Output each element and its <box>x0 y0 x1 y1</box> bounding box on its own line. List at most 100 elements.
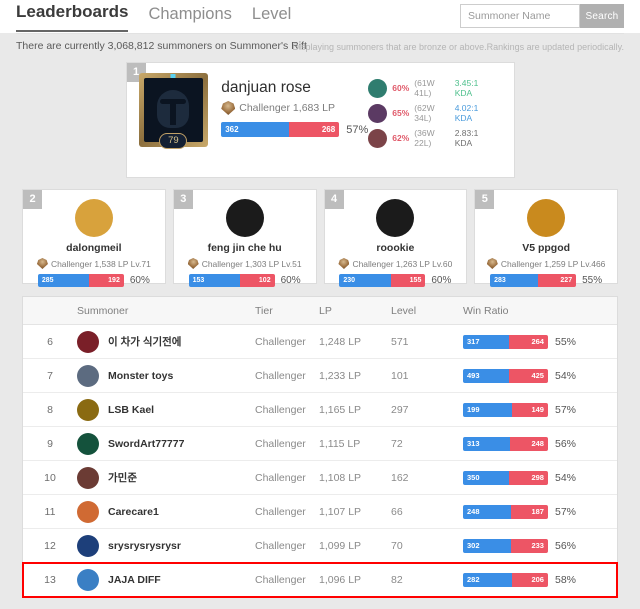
search-button[interactable]: Search <box>580 4 624 28</box>
table-row[interactable]: 8 LSB Kael Challenger 1,165 LP 297 199 149 57% <box>23 393 617 427</box>
summoner-name[interactable]: feng jin che hu <box>208 242 282 255</box>
win-ratio-bar: 493 425 <box>463 368 548 383</box>
summoner-name[interactable]: dalongmeil <box>66 242 121 255</box>
top-tier-line: Challenger 1,683 LP <box>221 101 368 115</box>
losses-segment: 187 <box>511 504 548 519</box>
top-player-section: 1 79 danjuan rose Challenger 1,683 LP 36… <box>0 58 640 178</box>
champion-stat-row: 60% (61W 41L) 3.45:1 KDA <box>368 78 493 98</box>
summoner-name[interactable]: JAJA DIFF <box>108 574 161 586</box>
win-ratio-bar: 362 268 <box>221 122 340 137</box>
summoner-name[interactable]: SwordArt77777 <box>108 438 184 450</box>
table-row[interactable]: 6 이 차가 식기전에 Challenger 1,248 LP 571 317 264 55% <box>23 325 617 359</box>
summoner-name[interactable]: LSB Kael <box>108 404 154 416</box>
summoner-name[interactable]: V5 ppgod <box>522 242 570 255</box>
cell-rank: 8 <box>47 403 53 416</box>
win-ratio: 153 102 60% <box>188 274 301 287</box>
champion-avatar <box>368 128 388 148</box>
tier-line: Challenger 1,538 LP Lv.71 <box>36 258 151 269</box>
cell-rank: 12 <box>44 539 56 552</box>
top-summoner-name[interactable]: danjuan rose <box>221 78 368 98</box>
nav-tab-leaderboards[interactable]: Leaderboards <box>16 0 129 32</box>
wins-segment: 313 <box>463 436 511 451</box>
losses-segment: 264 <box>509 334 548 349</box>
win-ratio-bar: 230 155 <box>339 274 426 287</box>
mini-player-card[interactable]: 4 roookie Challenger 1,263 LP Lv.60 230 155 6… <box>323 189 468 287</box>
cell-summoner[interactable]: Monster toys <box>77 364 255 387</box>
cell-summoner[interactable]: JAJA DIFF <box>77 568 255 591</box>
profile-icon <box>77 568 99 591</box>
top-tier-lp: Challenger 1,683 LP <box>239 102 335 114</box>
search-input[interactable] <box>460 4 580 28</box>
cell-summoner[interactable]: 가민준 <box>77 466 255 489</box>
win-ratio-percent: 56% <box>555 539 577 552</box>
summary-bar: There are currently 3,068,812 summoners … <box>0 34 640 58</box>
cell-summoner[interactable]: Carecare1 <box>77 500 255 523</box>
champion-kda: 2.83:1 KDA <box>454 128 479 148</box>
challenger-emblem-icon <box>221 101 236 115</box>
cell-rank: 10 <box>44 471 56 484</box>
win-ratio-bar: 153 102 <box>188 274 275 287</box>
table-row[interactable]: 11 Carecare1 Challenger 1,107 LP 66 248 187 57% <box>23 495 617 529</box>
mini-player-card[interactable]: 2 dalongmeil Challenger 1,538 LP Lv.71 285 1… <box>22 189 166 287</box>
losses-segment: 227 <box>537 274 577 287</box>
summoner-name[interactable]: Carecare1 <box>108 506 159 518</box>
wins-segment: 282 <box>463 572 513 587</box>
cell-level: 66 <box>391 505 403 518</box>
tier-lp-level: Challenger 1,538 LP Lv.71 <box>50 258 151 269</box>
cell-rank: 13 <box>44 573 56 586</box>
cell-summoner[interactable]: 이 차가 식기전에 <box>77 330 255 353</box>
rank-badge: 4 <box>324 190 344 209</box>
losses-segment: 268 <box>289 122 340 137</box>
table-row[interactable]: 7 Monster toys Challenger 1,233 LP 101 493 425… <box>23 359 617 393</box>
cell-summoner[interactable]: srysrysrysrysr <box>77 534 255 557</box>
cell-summoner[interactable]: LSB Kael <box>77 398 255 421</box>
nav-tab-champions[interactable]: Champions <box>148 0 231 32</box>
summoner-name[interactable]: srysrysrysrysr <box>108 540 181 552</box>
cell-win-ratio: 313 248 56% <box>463 436 617 451</box>
wins-segment: 362 <box>221 122 290 137</box>
wins-segment: 317 <box>463 334 510 349</box>
wins-segment: 199 <box>463 402 512 417</box>
cell-level: 162 <box>391 471 409 484</box>
wins-segment: 283 <box>490 274 538 287</box>
leaderboard-table: Summoner Tier LP Level Win Ratio 6 이 차가 식… <box>22 296 618 598</box>
cell-lp: 1,165 LP <box>319 403 362 416</box>
table-row[interactable]: 13 JAJA DIFF Challenger 1,096 LP 82 282 206 58% <box>22 562 618 598</box>
col-header-lp: LP <box>319 304 332 317</box>
table-header-row: Summoner Tier LP Level Win Ratio <box>23 297 617 325</box>
table-row[interactable]: 10 가민준 Challenger 1,108 LP 162 350 298 54% <box>23 461 617 495</box>
summoner-name[interactable]: 가민준 <box>108 470 137 485</box>
summoner-name[interactable]: 이 차가 식기전에 <box>108 334 181 349</box>
win-ratio-percent: 54% <box>555 369 577 382</box>
win-ratio-percent: 57% <box>555 505 577 518</box>
table-row[interactable]: 12 srysrysrysrysr Challenger 1,099 LP 70 302 2… <box>23 529 617 563</box>
summoner-name[interactable]: roookie <box>376 242 414 255</box>
champion-record: (36W 22L) <box>414 128 435 148</box>
table-row[interactable]: 9 SwordArt77777 Challenger 1,115 LP 72 313 248… <box>23 427 617 461</box>
cell-tier: Challenger <box>255 471 306 484</box>
challenger-emblem-icon <box>187 258 199 269</box>
win-ratio-percent: 56% <box>555 437 577 450</box>
mini-player-card[interactable]: 3 feng jin che hu Challenger 1,303 LP Lv.5… <box>172 189 317 287</box>
losses-segment: 425 <box>508 368 548 383</box>
mini-player-card[interactable]: 5 V5 ppgod Challenger 1,259 LP Lv.466 283 22… <box>474 189 618 287</box>
cell-level: 70 <box>391 539 403 552</box>
rank-badge: 2 <box>23 190 42 209</box>
wins-segment: 248 <box>463 504 512 519</box>
summoner-level-badge: 79 <box>159 133 188 149</box>
summoner-name[interactable]: Monster toys <box>108 370 173 382</box>
win-ratio-percent: 54% <box>555 471 577 484</box>
losses-segment: 192 <box>89 274 124 287</box>
col-header-summoner: Summoner <box>77 304 129 317</box>
col-header-win-ratio: Win Ratio <box>463 304 509 317</box>
cell-tier: Challenger <box>255 539 306 552</box>
profile-icon <box>77 364 99 387</box>
champion-record: (62W 34L) <box>414 103 435 123</box>
cell-lp: 1,099 LP <box>319 539 362 552</box>
losses-segment: 248 <box>510 436 548 451</box>
cell-summoner[interactable]: SwordArt77777 <box>77 432 255 455</box>
cell-lp: 1,233 LP <box>319 369 362 382</box>
top-player-card[interactable]: 1 79 danjuan rose Challenger 1,683 LP 36… <box>125 62 515 178</box>
cell-win-ratio: 317 264 55% <box>463 334 617 349</box>
nav-tab-level[interactable]: Level <box>252 0 291 32</box>
